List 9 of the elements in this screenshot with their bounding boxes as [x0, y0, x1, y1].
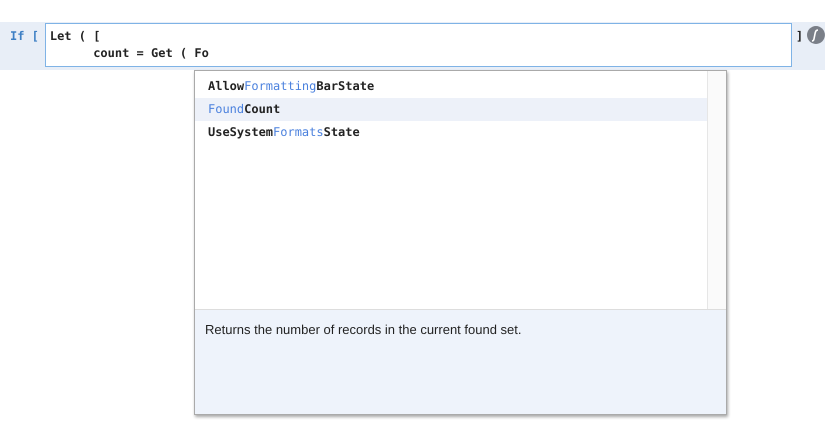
function-description: Returns the number of records in the current found set. [195, 310, 726, 414]
calculation-field[interactable]: Let ( [ count = Get ( Fo [44, 23, 792, 67]
if-keyword: If [ [10, 29, 40, 43]
closing-bracket: ] [796, 29, 804, 43]
suggestion-item[interactable]: FoundCount [195, 98, 707, 121]
function-icon[interactable] [807, 26, 825, 44]
suggestion-item[interactable]: UseSystemFormatsState [195, 121, 707, 144]
scrollbar-track[interactable] [707, 71, 726, 309]
suggestion-item[interactable]: AllowFormattingBarState [195, 75, 707, 98]
